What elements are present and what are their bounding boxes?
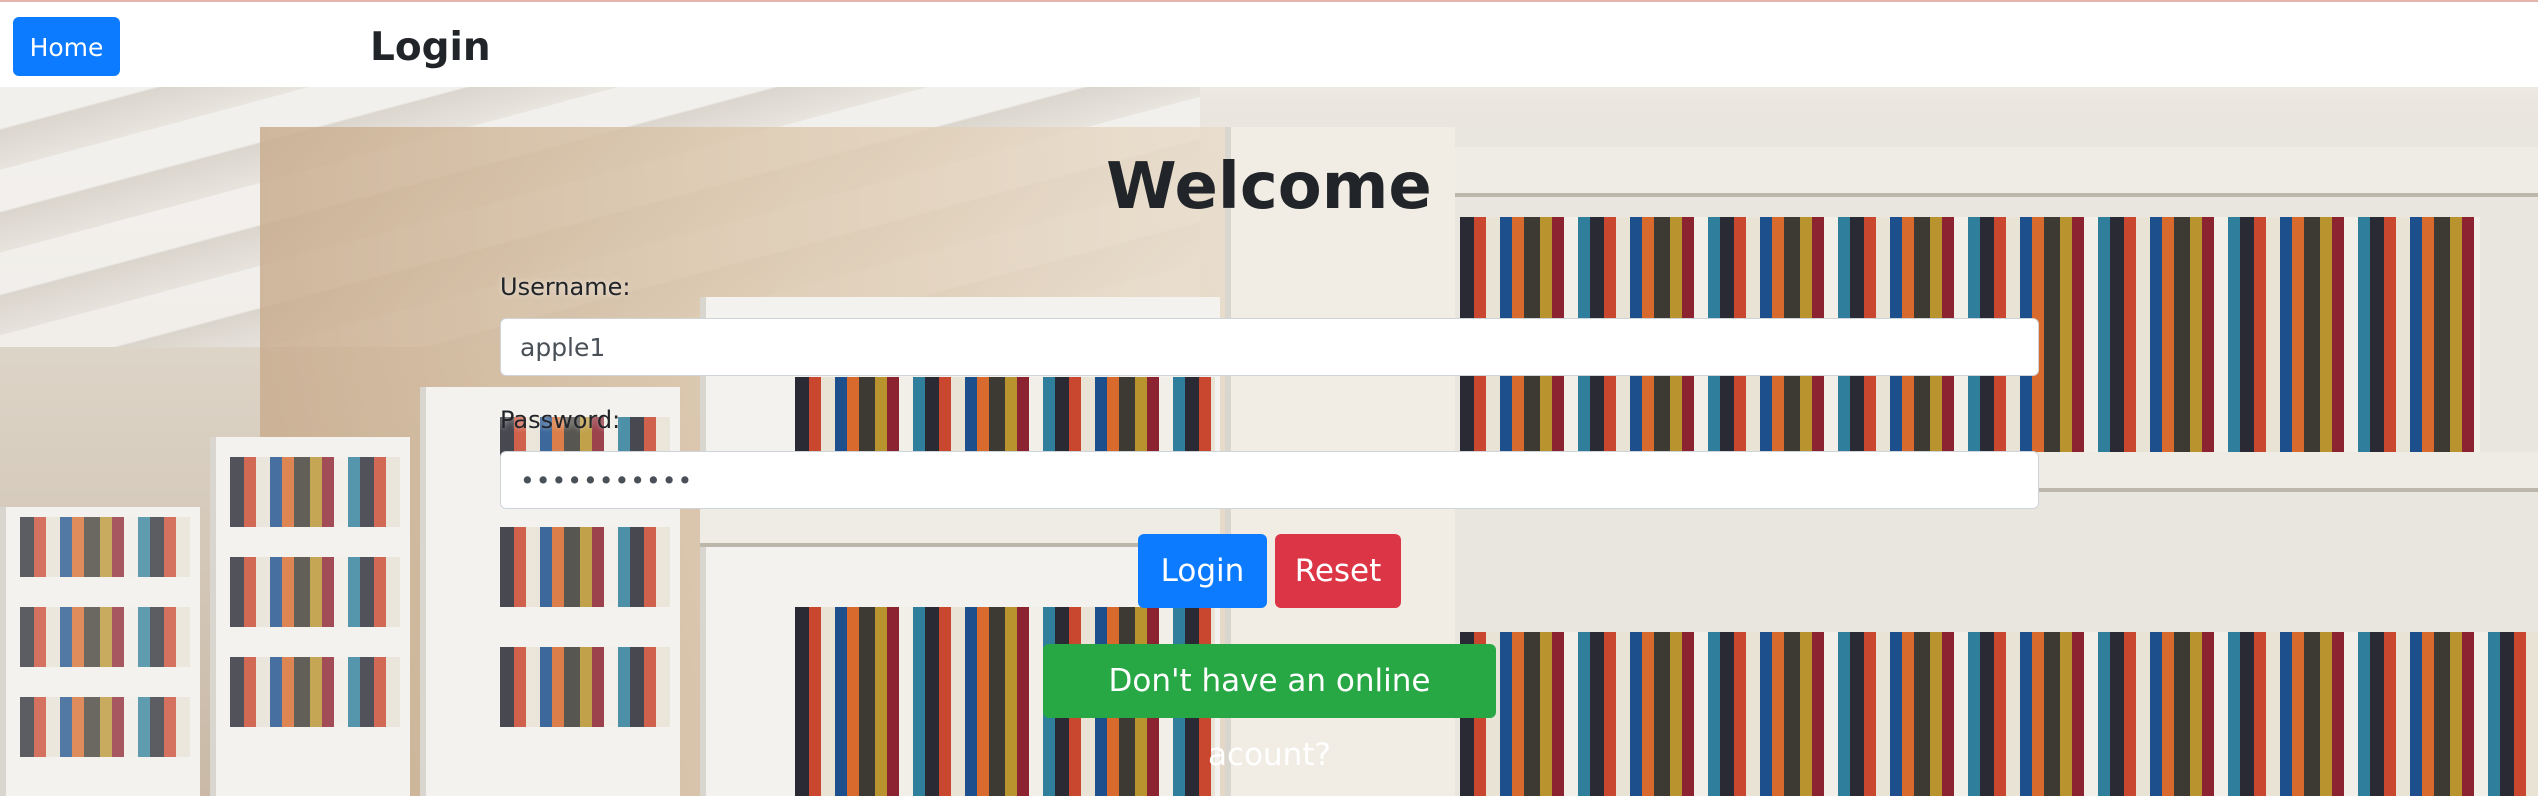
register-account-button[interactable]: Don't have an online acount?: [1043, 644, 1496, 773]
password-input[interactable]: [500, 451, 2039, 509]
username-label: Username:: [500, 273, 631, 301]
top-navbar: Home Login: [0, 0, 2538, 87]
home-button[interactable]: Home: [13, 17, 120, 76]
reset-button[interactable]: Reset: [1275, 534, 1401, 608]
welcome-heading: Welcome: [1106, 150, 1432, 224]
username-input[interactable]: [500, 318, 2039, 376]
password-label: Password:: [500, 406, 621, 434]
login-button[interactable]: Login: [1138, 534, 1267, 608]
login-form-area: Welcome Username: Password: Login Reset …: [0, 87, 2538, 796]
page-title: Login: [370, 25, 491, 70]
